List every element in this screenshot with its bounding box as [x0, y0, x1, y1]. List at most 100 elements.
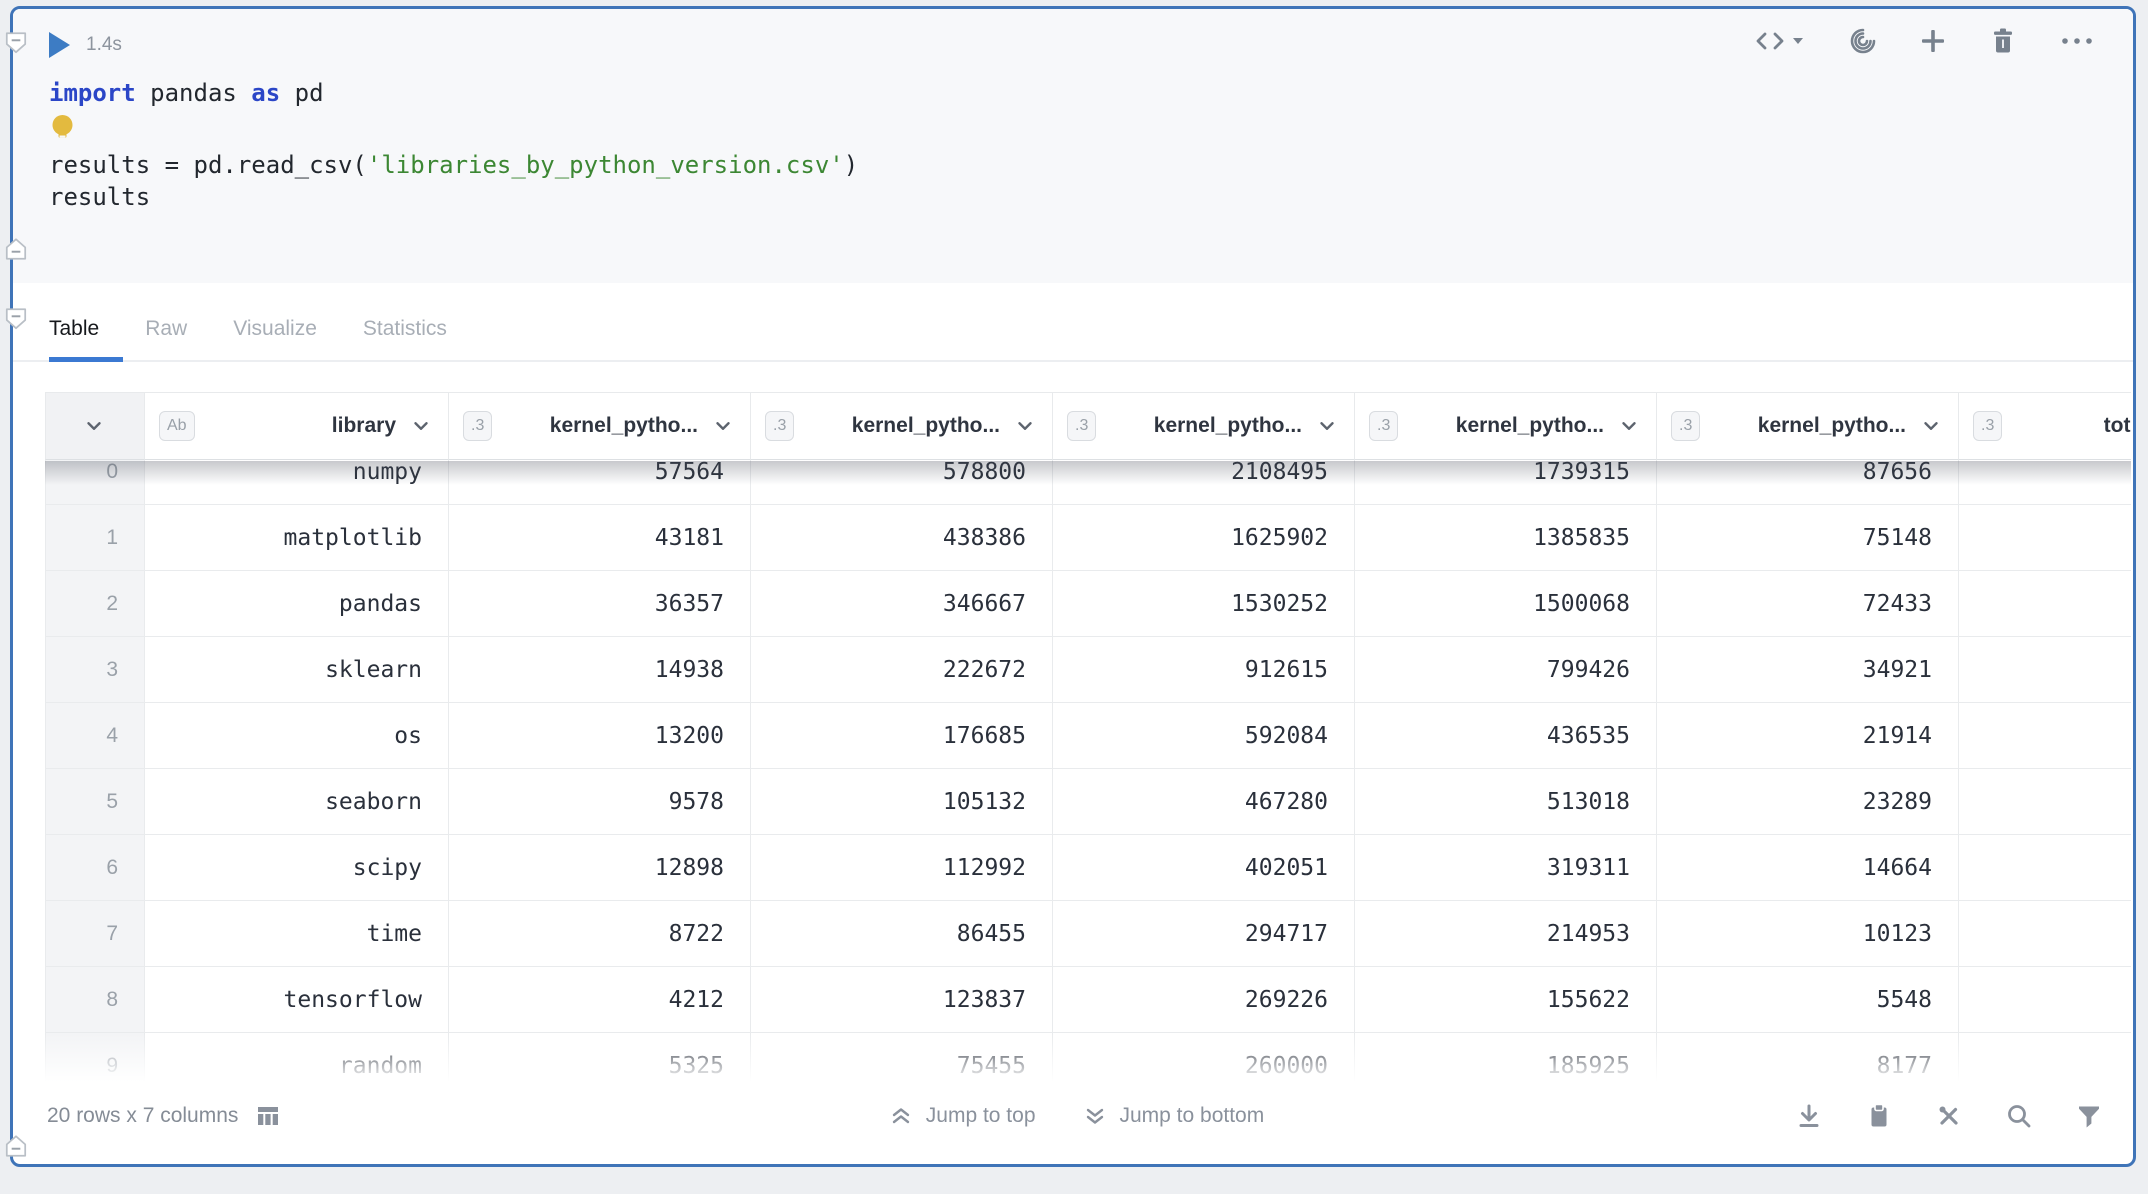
- table-cell: [1959, 835, 2131, 901]
- table-cell: 8177: [1657, 1033, 1959, 1082]
- table-cell: time: [145, 901, 449, 967]
- table-row: 7time87228645529471721495310123: [45, 901, 2131, 967]
- suggestion-lightbulb-icon[interactable]: [49, 113, 76, 145]
- table-cell: 86455: [751, 901, 1053, 967]
- code-language-selector-icon[interactable]: [1753, 25, 1809, 57]
- tools-icon[interactable]: [1933, 1100, 1965, 1132]
- output-tabs: Table Raw Visualize Statistics: [13, 283, 2133, 362]
- block-collapse-handle-down-icon[interactable]: [2, 30, 30, 56]
- table-cell: 592084: [1053, 703, 1355, 769]
- column-label: kernel_pytho...: [852, 414, 1014, 438]
- row-index-cell: 2: [45, 571, 145, 637]
- tab-statistics[interactable]: Statistics: [363, 317, 447, 360]
- double-chevron-up-icon: [888, 1103, 914, 1129]
- index-column-header[interactable]: [45, 393, 145, 460]
- table-cell: seaborn: [145, 769, 449, 835]
- delete-block-icon[interactable]: [1987, 25, 2019, 57]
- table-cell: 467280: [1053, 769, 1355, 835]
- table-cell: [1959, 901, 2131, 967]
- row-index-cell: 1: [45, 505, 145, 571]
- table-cell: 8722: [449, 901, 751, 967]
- table-cell: [1959, 967, 2131, 1033]
- column-header-5[interactable]: .3kernel_pytho...: [1355, 393, 1657, 460]
- table-cell: 13200: [449, 703, 751, 769]
- integrations-spiral-icon[interactable]: [1847, 25, 1879, 57]
- table-cell: 21914: [1657, 703, 1959, 769]
- output-area: Table Raw Visualize Statistics Ablibrary…: [13, 283, 2133, 1150]
- column-type-badge: .3: [463, 411, 492, 441]
- table-cell: 436535: [1355, 703, 1657, 769]
- columns-icon[interactable]: [254, 1102, 282, 1130]
- table-row: 2pandas363573466671530252150006872433: [45, 571, 2131, 637]
- table-cell: sklearn: [145, 637, 449, 703]
- chevron-down-icon: [1014, 415, 1036, 437]
- table-cell: pandas: [145, 571, 449, 637]
- column-header-2[interactable]: .3kernel_pytho...: [449, 393, 751, 460]
- column-label: total: [2104, 414, 2131, 438]
- table-cell: 1500068: [1355, 571, 1657, 637]
- jump-to-top-button[interactable]: Jump to top: [888, 1103, 1036, 1129]
- column-header-1[interactable]: Ablibrary: [145, 393, 449, 460]
- table-cell: tensorflow: [145, 967, 449, 1033]
- jump-to-bottom-button[interactable]: Jump to bottom: [1082, 1103, 1265, 1129]
- table-cell: 176685: [751, 703, 1053, 769]
- table-cell: 5325: [449, 1033, 751, 1082]
- more-options-icon[interactable]: [2057, 25, 2097, 57]
- table-cell: 402051: [1053, 835, 1355, 901]
- block-collapse-handle-down-icon[interactable]: [2, 306, 30, 332]
- column-type-badge: .3: [1369, 411, 1398, 441]
- chevron-down-icon: [410, 415, 432, 437]
- table-cell: 912615: [1053, 637, 1355, 703]
- run-cell-button[interactable]: [49, 32, 70, 58]
- code-area: 1.4s: [13, 9, 2133, 283]
- table-cell: 12898: [449, 835, 751, 901]
- table-cell: 5548: [1657, 967, 1959, 1033]
- code-editor[interactable]: import pandas as pd results = pd.read_cs…: [49, 77, 2103, 213]
- table-cell: 799426: [1355, 637, 1657, 703]
- code-line: results: [49, 181, 2103, 213]
- row-index-cell: 5: [45, 769, 145, 835]
- table-cell: 43181: [449, 505, 751, 571]
- table-cell: 578800: [751, 460, 1053, 505]
- table-cell: 2108495: [1053, 460, 1355, 505]
- column-header-4[interactable]: .3kernel_pytho...: [1053, 393, 1355, 460]
- table-cell: [1959, 571, 2131, 637]
- table-cell: 14664: [1657, 835, 1959, 901]
- table-cell: 513018: [1355, 769, 1657, 835]
- block-collapse-handle-up-icon[interactable]: [2, 1133, 30, 1159]
- notebook-code-cell: 1.4s: [10, 6, 2136, 1167]
- table-cell: 23289: [1657, 769, 1959, 835]
- filter-icon[interactable]: [2073, 1100, 2105, 1132]
- add-block-icon[interactable]: [1917, 25, 1949, 57]
- table-cell: 319311: [1355, 835, 1657, 901]
- table-cell: 36357: [449, 571, 751, 637]
- column-type-badge: .3: [1067, 411, 1096, 441]
- copy-to-clipboard-icon[interactable]: [1863, 1100, 1895, 1132]
- tab-table[interactable]: Table: [49, 317, 99, 360]
- block-collapse-handle-up-icon[interactable]: [2, 236, 30, 262]
- table-cell: 87656: [1657, 460, 1959, 505]
- table-cell: 34921: [1657, 637, 1959, 703]
- column-type-badge: .3: [1671, 411, 1700, 441]
- column-type-badge: Ab: [159, 411, 195, 441]
- column-header-6[interactable]: .3 kernel_pytho...: [1657, 393, 1959, 460]
- tab-raw[interactable]: Raw: [145, 317, 187, 360]
- column-label: kernel_pytho...: [1758, 414, 1920, 438]
- table-cell: 10123: [1657, 901, 1959, 967]
- table-row: 8tensorflow42121238372692261556225548: [45, 967, 2131, 1033]
- column-header-7[interactable]: .3total: [1959, 393, 2131, 460]
- tab-visualize[interactable]: Visualize: [233, 317, 317, 360]
- table-row: 5seaborn957810513246728051301823289: [45, 769, 2131, 835]
- table-cell: 112992: [751, 835, 1053, 901]
- download-icon[interactable]: [1793, 1100, 1825, 1132]
- column-header-3[interactable]: .3 kernel_pytho...: [751, 393, 1053, 460]
- table-cell: 155622: [1355, 967, 1657, 1033]
- chevron-down-icon: [1920, 415, 1942, 437]
- table-cell: [1959, 460, 2131, 505]
- chevron-down-icon: [712, 415, 734, 437]
- column-type-badge: .3: [765, 411, 794, 441]
- table-row: 3sklearn1493822267291261579942634921: [45, 637, 2131, 703]
- search-icon[interactable]: [2003, 1100, 2035, 1132]
- table-cell: 294717: [1053, 901, 1355, 967]
- table-row: 6scipy1289811299240205131931114664: [45, 835, 2131, 901]
